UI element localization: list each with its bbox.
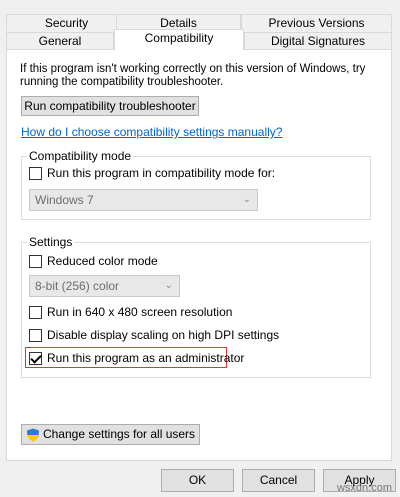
ok-button[interactable]: OK [161, 469, 234, 492]
dpi-scaling-label: Disable display scaling on high DPI sett… [47, 328, 280, 342]
help-link[interactable]: How do I choose compatibility settings m… [21, 125, 282, 139]
run-as-admin-checkbox-row[interactable]: Run this program as an administrator [29, 351, 244, 365]
chevron-down-icon: ⌄ [164, 280, 173, 291]
intro-text: If this program isn't working correctly … [20, 63, 366, 88]
compatibility-mode-checkbox-label: Run this program in compatibility mode f… [47, 166, 276, 180]
windows-version-select[interactable]: Windows 7 ⌄ [29, 189, 258, 211]
tab-previous-versions[interactable]: Previous Versions [241, 14, 392, 31]
run-troubleshooter-button[interactable]: Run compatibility troubleshooter [21, 96, 199, 116]
change-settings-label: Change settings for all users [42, 427, 196, 441]
compatibility-mode-checkbox-row[interactable]: Run this program in compatibility mode f… [29, 166, 275, 180]
cancel-button[interactable]: Cancel [242, 469, 315, 492]
resolution-checkbox[interactable] [29, 305, 42, 319]
color-mode-select[interactable]: 8-bit (256) color ⌄ [29, 275, 180, 297]
tab-digital-signatures[interactable]: Digital Signatures [244, 32, 392, 49]
tab-security[interactable]: Security [6, 14, 127, 31]
watermark: wsxdn.com [336, 482, 392, 494]
shield-icon [26, 428, 39, 442]
reduced-color-label: Reduced color mode [47, 254, 158, 268]
resolution-label: Run in 640 x 480 screen resolution [47, 305, 233, 319]
change-settings-all-users-button[interactable]: Change settings for all users [21, 424, 200, 445]
run-as-admin-checkbox[interactable] [29, 351, 42, 365]
resolution-checkbox-row[interactable]: Run in 640 x 480 screen resolution [29, 305, 232, 319]
settings-label: Settings [27, 235, 75, 249]
run-as-admin-label: Run this program as an administrator [47, 351, 245, 365]
tab-compatibility[interactable]: Compatibility [114, 29, 244, 50]
chevron-down-icon: ⌄ [242, 194, 251, 205]
reduced-color-checkbox-row[interactable]: Reduced color mode [29, 254, 158, 268]
compatibility-mode-label: Compatibility mode [27, 149, 134, 163]
dpi-scaling-checkbox-row[interactable]: Disable display scaling on high DPI sett… [29, 328, 279, 342]
windows-version-value: Windows 7 [35, 193, 94, 207]
tab-general[interactable]: General [6, 32, 114, 49]
tab-strip: Security Details Previous Versions Gener… [0, 0, 400, 50]
compatibility-mode-checkbox[interactable] [29, 166, 42, 180]
reduced-color-checkbox[interactable] [29, 254, 42, 268]
dpi-scaling-checkbox[interactable] [29, 328, 42, 342]
color-mode-value: 8-bit (256) color [35, 279, 120, 293]
